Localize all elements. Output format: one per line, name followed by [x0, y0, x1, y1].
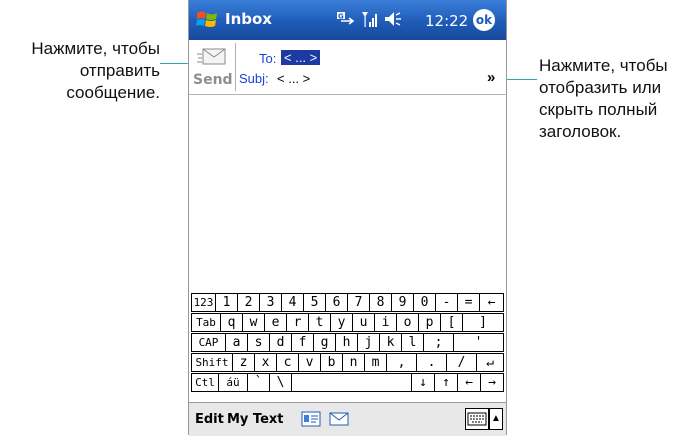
key-r[interactable]: r	[286, 313, 309, 332]
to-label: To:	[259, 51, 277, 66]
ok-button[interactable]: ok	[473, 9, 495, 31]
callout-right-line-3: скрыть полный	[539, 100, 658, 119]
send-label: Send	[193, 72, 233, 88]
connectivity-icon[interactable]: G	[335, 9, 357, 29]
clock[interactable]: 12:22	[425, 12, 468, 30]
key-backtick[interactable]: `	[247, 373, 270, 392]
input-panel-arrow-icon[interactable]: ▲	[489, 408, 503, 430]
to-field[interactable]: < ... >	[281, 50, 321, 65]
start-menu-icon[interactable]	[195, 8, 221, 32]
key-4[interactable]: 4	[281, 293, 304, 312]
key-ctrl[interactable]: Ctl	[191, 373, 219, 392]
key-international[interactable]: áü	[218, 373, 248, 392]
key-q[interactable]: q	[220, 313, 243, 332]
key-u[interactable]: u	[352, 313, 375, 332]
key-2[interactable]: 2	[237, 293, 260, 312]
key-space[interactable]	[291, 373, 412, 392]
key-right-bracket[interactable]: ]	[462, 313, 504, 332]
key-6[interactable]: 6	[325, 293, 348, 312]
expand-header-button[interactable]: »	[487, 69, 495, 86]
key-backspace[interactable]: ←	[479, 293, 504, 312]
key-comma[interactable]: ,	[386, 353, 417, 372]
callout-header-toggle: Нажмите, чтобы отобразить или скрыть пол…	[539, 55, 668, 143]
key-enter[interactable]: ↵	[476, 353, 504, 372]
my-text-menu[interactable]: My Text	[227, 412, 284, 427]
message-header: Send To: < ... > Subj: < ... > »	[189, 40, 506, 95]
address-card-icon[interactable]	[301, 410, 321, 428]
key-arrow-up[interactable]: ↑	[434, 373, 458, 392]
key-tab[interactable]: Tab	[191, 313, 221, 332]
key-k[interactable]: k	[379, 333, 402, 352]
edit-menu[interactable]: Edit	[195, 412, 224, 427]
key-arrow-right[interactable]: →	[480, 373, 504, 392]
key-a[interactable]: a	[225, 333, 248, 352]
message-body-field[interactable]	[189, 95, 506, 291]
key-w[interactable]: w	[242, 313, 265, 332]
key-1[interactable]: 1	[215, 293, 238, 312]
key-slash[interactable]: /	[446, 353, 477, 372]
callout-right-line-2: отобразить или	[539, 78, 662, 97]
key-d[interactable]: d	[269, 333, 292, 352]
key-7[interactable]: 7	[347, 293, 370, 312]
signal-strength-icon[interactable]	[361, 9, 379, 29]
key-3[interactable]: 3	[259, 293, 282, 312]
key-left-bracket[interactable]: [	[440, 313, 463, 332]
key-o[interactable]: o	[396, 313, 419, 332]
key-h[interactable]: h	[335, 333, 358, 352]
key-period[interactable]: .	[416, 353, 447, 372]
key-x[interactable]: x	[254, 353, 277, 372]
key-l[interactable]: l	[401, 333, 424, 352]
menu-bar: Edit My Text ▲	[189, 402, 506, 436]
svg-text:G: G	[338, 13, 344, 21]
key-p[interactable]: p	[418, 313, 441, 332]
key-s[interactable]: s	[247, 333, 270, 352]
subject-field[interactable]: < ... >	[277, 71, 310, 86]
callout-left-line-3: сообщение.	[66, 83, 160, 102]
key-n[interactable]: n	[342, 353, 365, 372]
key-arrow-left[interactable]: ←	[457, 373, 481, 392]
send-button[interactable]: Send	[191, 43, 236, 91]
callout-left-line-2: отправить	[79, 61, 160, 80]
key-123[interactable]: 123	[191, 293, 216, 312]
send-envelope-icon	[197, 48, 226, 65]
key-5[interactable]: 5	[303, 293, 326, 312]
title-bar: Inbox G 12:22 ok	[189, 0, 506, 40]
callout-right-leader	[503, 79, 537, 80]
key-minus[interactable]: -	[435, 293, 458, 312]
key-caps[interactable]: CAP	[191, 333, 226, 352]
envelope-icon[interactable]	[329, 410, 349, 428]
callout-right-line-4: заголовок.	[539, 122, 622, 141]
key-g[interactable]: g	[313, 333, 336, 352]
key-9[interactable]: 9	[391, 293, 414, 312]
subject-label: Subj:	[239, 71, 269, 86]
key-t[interactable]: t	[308, 313, 331, 332]
callout-right-line-1: Нажмите, чтобы	[539, 56, 668, 75]
key-8[interactable]: 8	[369, 293, 392, 312]
key-shift[interactable]: Shift	[191, 353, 233, 372]
key-arrow-down[interactable]: ↓	[411, 373, 435, 392]
keyboard-icon	[467, 412, 487, 426]
callout-left-line-1: Нажмите, чтобы	[31, 39, 160, 58]
callout-send: Нажмите, чтобы отправить сообщение.	[0, 38, 160, 104]
key-y[interactable]: y	[330, 313, 353, 332]
key-j[interactable]: j	[357, 333, 380, 352]
key-apostrophe[interactable]: '	[453, 333, 504, 352]
key-z[interactable]: z	[232, 353, 255, 372]
key-e[interactable]: e	[264, 313, 287, 332]
key-v[interactable]: v	[298, 353, 321, 372]
soft-keyboard: 123 1 2 3 4 5 6 7 8 9 0 - = ← Tab q w e …	[191, 293, 504, 397]
key-m[interactable]: m	[364, 353, 387, 372]
key-0[interactable]: 0	[413, 293, 436, 312]
key-backslash[interactable]: \	[269, 373, 292, 392]
key-b[interactable]: b	[320, 353, 343, 372]
key-i[interactable]: i	[374, 313, 397, 332]
key-equals[interactable]: =	[457, 293, 480, 312]
input-panel-keyboard-icon[interactable]	[465, 408, 489, 430]
key-c[interactable]: c	[276, 353, 299, 372]
key-f[interactable]: f	[291, 333, 314, 352]
key-semicolon[interactable]: ;	[423, 333, 454, 352]
volume-icon[interactable]	[383, 9, 403, 29]
window-title: Inbox	[225, 10, 272, 28]
device-screen: Inbox G 12:22 ok Send To: < ... > Subj: …	[188, 0, 507, 436]
